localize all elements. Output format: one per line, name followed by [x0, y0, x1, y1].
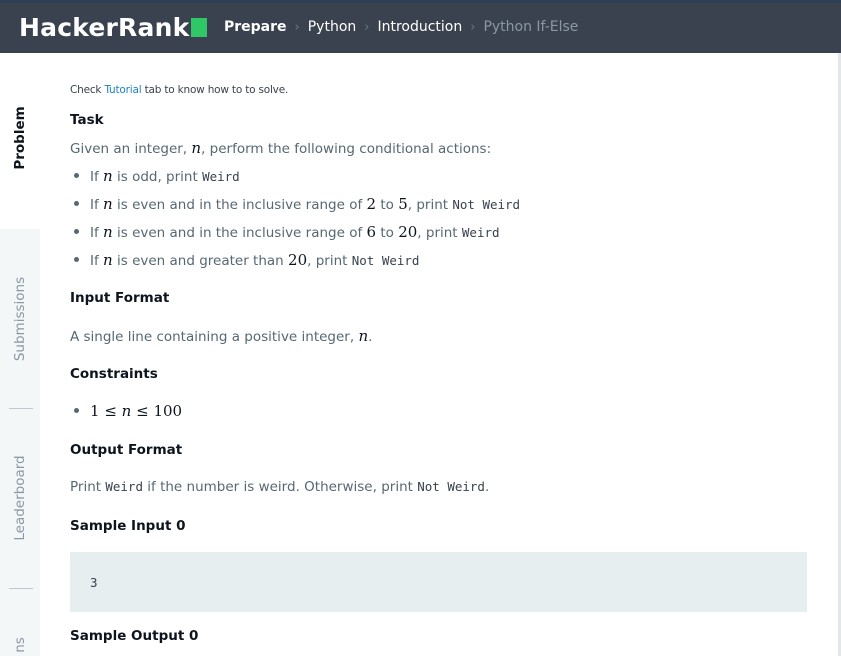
tab-discussions[interactable]: ns: [12, 637, 28, 653]
list-item: If n is even and greater than 20, print …: [74, 251, 419, 269]
tutorial-hint: Check Tutorial tab to know how to to sol…: [70, 84, 289, 96]
bullet-icon: [74, 201, 79, 206]
bullet-icon: [74, 257, 79, 262]
chevron-right-icon: ›: [470, 20, 476, 35]
chevron-right-icon: ›: [364, 20, 370, 35]
list-item: If n is even and in the inclusive range …: [74, 195, 520, 213]
breadcrumb-prepare[interactable]: Prepare: [224, 19, 287, 35]
input-format-heading: Input Format: [70, 290, 170, 306]
tutorial-link[interactable]: Tutorial: [104, 84, 141, 96]
constraints-heading: Constraints: [70, 366, 158, 382]
bullet-icon: [74, 173, 79, 178]
bullet-icon: [74, 229, 79, 234]
logo-block-icon: [191, 18, 208, 37]
output-format-heading: Output Format: [70, 442, 183, 458]
input-format-text: A single line containing a positive inte…: [70, 327, 373, 345]
sample-input-block: 3: [70, 552, 807, 612]
bullet-icon: [74, 408, 79, 413]
sample-output-heading: Sample Output 0: [70, 628, 199, 644]
tab-leaderboard[interactable]: Leaderboard: [12, 455, 28, 540]
breadcrumb: Prepare › Python › Introduction › Python If-El…: [224, 19, 578, 35]
sample-input-value: 3: [90, 575, 98, 590]
output-format-text: Print Weird if the number is weird. Othe…: [70, 479, 490, 495]
breadcrumb-python[interactable]: Python: [308, 19, 357, 35]
breadcrumb-introduction[interactable]: Introduction: [377, 19, 462, 35]
list-item: If n is odd, print Weird: [74, 167, 240, 185]
sample-input-heading: Sample Input 0: [70, 518, 186, 534]
task-intro: Given an integer, n, perform the followi…: [70, 139, 492, 157]
tab-problem[interactable]: Problem: [12, 106, 28, 169]
chevron-right-icon: ›: [294, 20, 300, 35]
hackerrank-logo[interactable]: HackerRank: [19, 13, 208, 42]
list-item: If n is even and in the inclusive range …: [74, 223, 500, 241]
constraint-item: 1 ≤ n ≤ 100: [74, 402, 182, 420]
task-heading: Task: [70, 112, 104, 128]
tab-submissions[interactable]: Submissions: [12, 277, 28, 361]
tab-divider: [9, 588, 33, 589]
tab-divider: [9, 408, 33, 409]
top-nav: HackerRank Prepare › Python › Introduction › P…: [0, 0, 841, 53]
breadcrumb-current: Python If-Else: [483, 19, 579, 35]
